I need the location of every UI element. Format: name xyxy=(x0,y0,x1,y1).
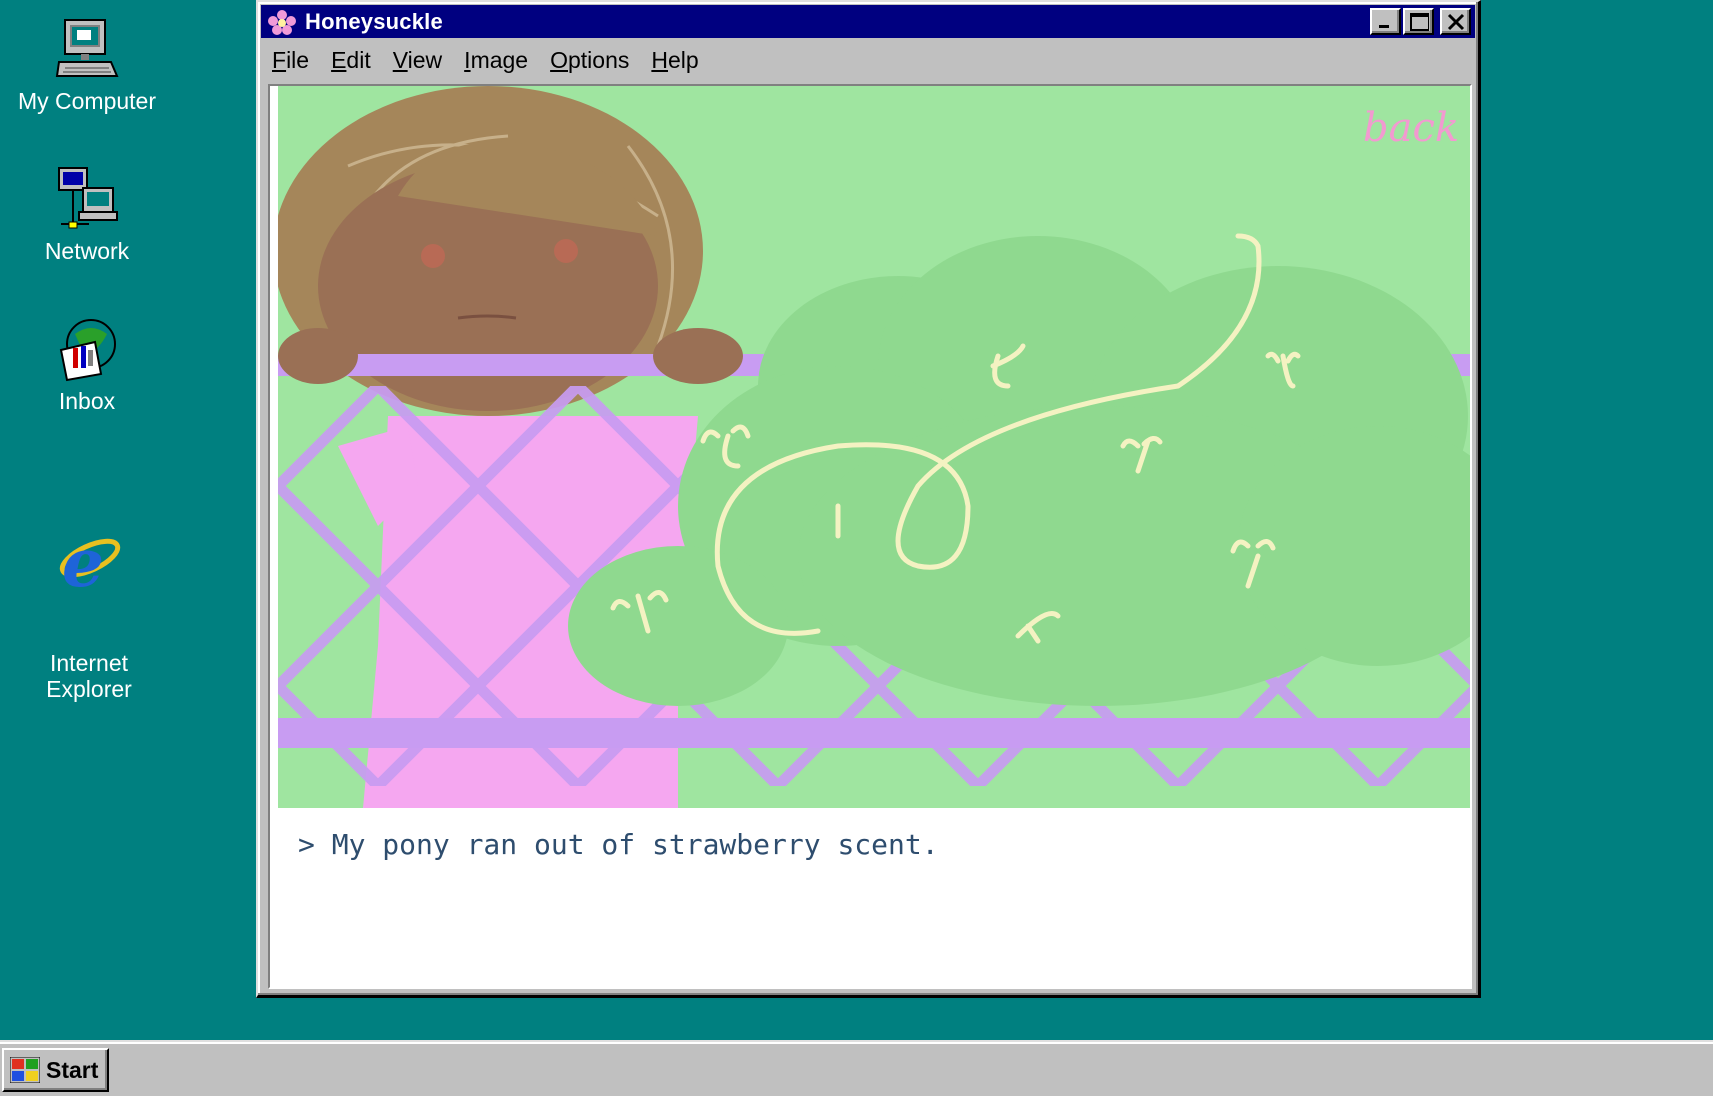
hand-left xyxy=(278,328,358,384)
desktop-icon-label: My Computer xyxy=(17,88,157,114)
maximize-icon xyxy=(1410,13,1429,31)
menu-accelerator: E xyxy=(331,46,347,73)
content-area: back > My pony ran out of strawberry sce… xyxy=(268,84,1472,989)
flower-icon xyxy=(268,9,296,35)
close-icon xyxy=(1447,13,1465,31)
desktop-icon-network[interactable]: Network xyxy=(2,166,172,264)
eye-right xyxy=(554,239,578,263)
window-title: Honeysuckle xyxy=(305,8,443,34)
menu-rest: mage xyxy=(470,46,529,73)
minimize-icon xyxy=(1379,25,1389,28)
computer-icon xyxy=(55,19,119,77)
menu-file[interactable]: File xyxy=(261,47,320,74)
inbox-icon xyxy=(59,319,116,382)
eye-left xyxy=(421,244,445,268)
menu-accelerator: F xyxy=(272,46,287,73)
windows-logo-icon xyxy=(10,1057,40,1083)
title-bar[interactable]: Honeysuckle xyxy=(261,5,1475,38)
menu-rest: ile xyxy=(286,46,310,73)
network-icon xyxy=(58,167,118,229)
maximize-button[interactable] xyxy=(1403,8,1434,35)
menu-options[interactable]: Options xyxy=(539,47,640,74)
menu-bar: File Edit View Image Options Help xyxy=(261,42,1475,78)
menu-rest: ptions xyxy=(568,46,630,73)
fence-bottom-rail xyxy=(278,718,1470,748)
menu-image[interactable]: Image xyxy=(453,47,539,74)
taskbar: Start xyxy=(0,1040,1713,1096)
hand-right xyxy=(653,328,743,384)
desktop-icon-inbox[interactable]: Inbox xyxy=(2,316,172,414)
menu-edit[interactable]: Edit xyxy=(320,47,382,74)
svg-text:e: e xyxy=(62,526,104,592)
console-text: > My pony ran out of strawberry scent. xyxy=(298,828,939,861)
desktop-icon-label: Inbox xyxy=(58,388,116,414)
menu-help[interactable]: Help xyxy=(640,47,709,74)
desktop-icon-label: Internet Explorer xyxy=(46,650,132,702)
desktop-icon-my-computer[interactable]: My Computer xyxy=(2,16,172,114)
menu-rest: dit xyxy=(346,46,371,73)
minimize-button[interactable] xyxy=(1370,8,1401,35)
game-scene: back xyxy=(278,86,1470,808)
window-controls xyxy=(1368,8,1471,35)
desktop-icon-label: Network xyxy=(44,238,130,264)
desktop-icon-internet-explorer[interactable]: e Internet Explorer xyxy=(4,474,174,728)
menu-view[interactable]: View xyxy=(382,47,453,74)
menu-accelerator: O xyxy=(550,46,568,73)
menu-accelerator: H xyxy=(651,46,668,73)
back-link[interactable]: back xyxy=(1363,105,1459,151)
close-button[interactable] xyxy=(1440,8,1471,35)
menu-accelerator: V xyxy=(392,46,408,73)
menu-rest: elp xyxy=(668,46,699,73)
start-label: Start xyxy=(46,1056,99,1083)
internet-explorer-icon: e xyxy=(59,526,121,592)
menu-rest: iew xyxy=(407,46,443,73)
application-window: Honeysuckle File Edit View Image Options… xyxy=(256,0,1481,998)
start-button[interactable]: Start xyxy=(2,1048,109,1092)
